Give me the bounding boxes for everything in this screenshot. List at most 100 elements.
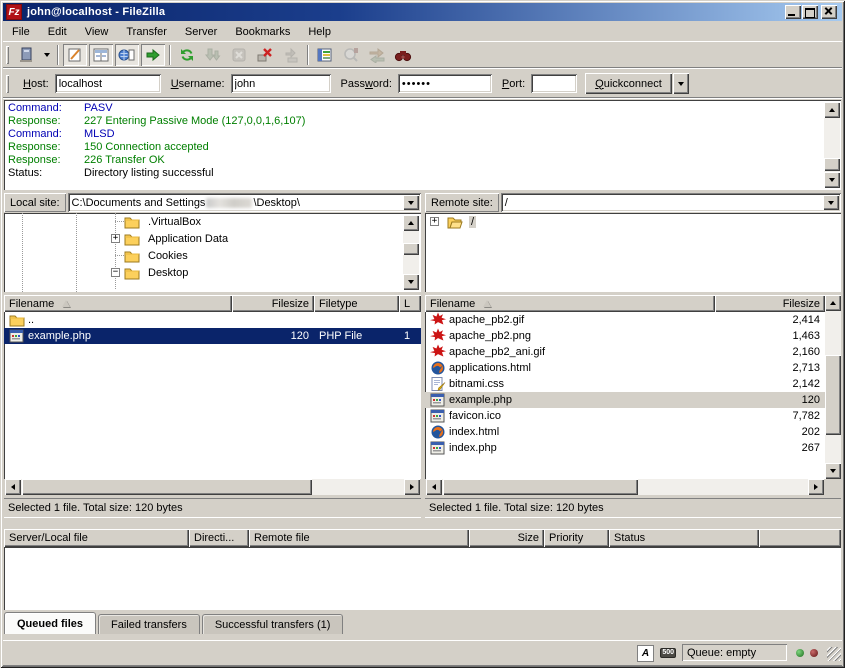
remote-row[interactable]: apache_pb2.gif 2,414 — [425, 312, 825, 328]
expand-icon[interactable]: + — [111, 234, 120, 243]
remote-row[interactable]: apache_pb2.png 1,463 — [425, 328, 825, 344]
column-header-remote-file[interactable]: Remote file — [249, 529, 469, 547]
scroll-right-button[interactable] — [808, 479, 824, 495]
minimize-button[interactable] — [785, 5, 801, 19]
remote-row[interactable]: apache_pb2_ani.gif 2,160 — [425, 344, 825, 360]
tree-item-cookies[interactable]: Cookies — [4, 247, 421, 264]
title-bar[interactable]: Fz john@localhost - FileZilla — [3, 3, 842, 21]
close-icon — [821, 5, 837, 18]
column-header-direction[interactable]: Directi... — [189, 529, 249, 547]
toggle-message-log-button[interactable] — [63, 44, 87, 66]
scroll-left-button[interactable] — [5, 479, 21, 495]
column-header-priority[interactable]: Priority — [544, 529, 609, 547]
close-button[interactable] — [821, 5, 837, 19]
scroll-right-button[interactable] — [404, 479, 420, 495]
cancel-operation-button[interactable] — [227, 44, 251, 66]
remote-site-combobox[interactable]: / — [501, 193, 841, 212]
directory-listing-filters-button[interactable] — [313, 44, 337, 66]
filesize: 120 — [715, 392, 825, 408]
menu-transfer[interactable]: Transfer — [117, 24, 176, 40]
scroll-down-button[interactable] — [403, 274, 419, 290]
scroll-thumb[interactable] — [825, 355, 841, 435]
toggle-local-tree-button[interactable] — [89, 44, 113, 66]
tree-item-root[interactable]: + / — [425, 213, 841, 230]
refresh-button[interactable] — [175, 44, 199, 66]
remote-row[interactable]: favicon.ico 7,782 — [425, 408, 825, 424]
local-path-dropdown-button[interactable] — [403, 195, 419, 210]
menu-view[interactable]: View — [76, 24, 118, 40]
tree-item-label: Desktop — [146, 267, 190, 279]
column-header-filename[interactable]: Filename — [4, 295, 232, 312]
column-header-filesize[interactable]: Filesize — [232, 295, 314, 312]
tab-successful-transfers[interactable]: Successful transfers (1) — [202, 614, 344, 634]
tree-item-virtualbox[interactable]: .VirtualBox — [4, 213, 421, 230]
scroll-down-button[interactable] — [825, 463, 841, 479]
scroll-left-button[interactable] — [426, 479, 442, 495]
column-header-filetype[interactable]: Filetype — [314, 295, 399, 312]
host-input[interactable] — [55, 74, 161, 93]
remote-row[interactable]: bitnami.css 2,142 — [425, 376, 825, 392]
scroll-thumb[interactable] — [443, 479, 638, 495]
menu-server[interactable]: Server — [176, 24, 226, 40]
column-header-status[interactable]: Status — [609, 529, 759, 547]
remote-row[interactable]: applications.html 2,713 — [425, 360, 825, 376]
tree-item-application-data[interactable]: + Application Data — [4, 230, 421, 247]
site-manager-button[interactable] — [14, 44, 38, 66]
remote-horizontal-scrollbar[interactable] — [426, 479, 824, 495]
quickconnect-button[interactable]: Quickconnect — [585, 73, 672, 94]
directory-comparison-button[interactable] — [339, 44, 363, 66]
column-header-server-local-file[interactable]: Server/Local file — [4, 529, 189, 547]
menu-bar: File Edit View Transfer Server Bookmarks… — [3, 22, 842, 42]
menu-help[interactable]: Help — [299, 24, 340, 40]
toggle-transfer-queue-button[interactable] — [141, 44, 165, 66]
maximize-button[interactable] — [802, 5, 818, 19]
menu-edit[interactable]: Edit — [39, 24, 76, 40]
column-header-filesize[interactable]: Filesize — [715, 295, 825, 312]
quickconnect-gripper[interactable] — [6, 75, 9, 93]
column-header-lastmodified[interactable]: L — [399, 295, 421, 312]
scroll-thumb[interactable] — [824, 158, 840, 171]
scroll-up-button[interactable] — [825, 295, 841, 311]
scroll-down-button[interactable] — [824, 172, 840, 188]
toolbar-gripper[interactable] — [6, 46, 9, 64]
local-row-example-php[interactable]: example.php 120 PHP File 1 — [4, 328, 421, 344]
log-scrollbar[interactable] — [824, 102, 840, 188]
menu-file[interactable]: File — [3, 24, 39, 40]
local-tree-scrollbar[interactable] — [403, 215, 419, 290]
local-directory-tree[interactable]: .VirtualBox + Application Data Cookies −… — [4, 213, 421, 292]
username-input[interactable] — [231, 74, 331, 93]
scroll-thumb[interactable] — [403, 243, 419, 255]
find-files-button[interactable] — [391, 44, 415, 66]
quickconnect-dropdown-button[interactable] — [673, 73, 689, 94]
remote-row-selected[interactable]: example.php 120 — [425, 392, 825, 408]
resize-grip[interactable] — [827, 647, 841, 661]
remote-row[interactable]: index.php 267 — [425, 440, 825, 456]
column-header-size[interactable]: Size — [469, 529, 544, 547]
toggle-remote-tree-button[interactable] — [115, 44, 139, 66]
queue-list[interactable] — [4, 547, 841, 610]
port-input[interactable] — [531, 74, 577, 93]
scroll-up-button[interactable] — [403, 215, 419, 231]
remote-row[interactable]: index.html 202 — [425, 424, 825, 440]
remote-directory-tree[interactable]: + / — [425, 213, 841, 292]
remote-path-dropdown-button[interactable] — [823, 195, 839, 210]
tab-queued-files[interactable]: Queued files — [4, 612, 96, 634]
tree-item-desktop[interactable]: − Desktop — [4, 264, 421, 281]
disconnect-button[interactable] — [253, 44, 277, 66]
remote-vertical-scrollbar[interactable] — [825, 295, 841, 479]
scroll-up-button[interactable] — [824, 102, 840, 118]
scroll-thumb[interactable] — [22, 479, 312, 495]
tab-failed-transfers[interactable]: Failed transfers — [98, 614, 200, 634]
password-input[interactable] — [398, 74, 492, 93]
menu-bookmarks[interactable]: Bookmarks — [226, 24, 299, 40]
local-row-updir[interactable]: .. — [4, 312, 421, 328]
reconnect-button[interactable] — [279, 44, 303, 66]
local-site-combobox[interactable]: C:\Documents and Settings\Desktop\ — [68, 193, 421, 212]
collapse-icon[interactable]: − — [111, 268, 120, 277]
site-manager-dropdown-button[interactable] — [40, 44, 53, 66]
synchronized-browsing-button[interactable] — [365, 44, 389, 66]
expand-icon[interactable]: + — [430, 217, 439, 226]
local-horizontal-scrollbar[interactable] — [5, 479, 420, 495]
process-queue-button[interactable] — [201, 44, 225, 66]
column-header-filename[interactable]: Filename — [425, 295, 715, 312]
